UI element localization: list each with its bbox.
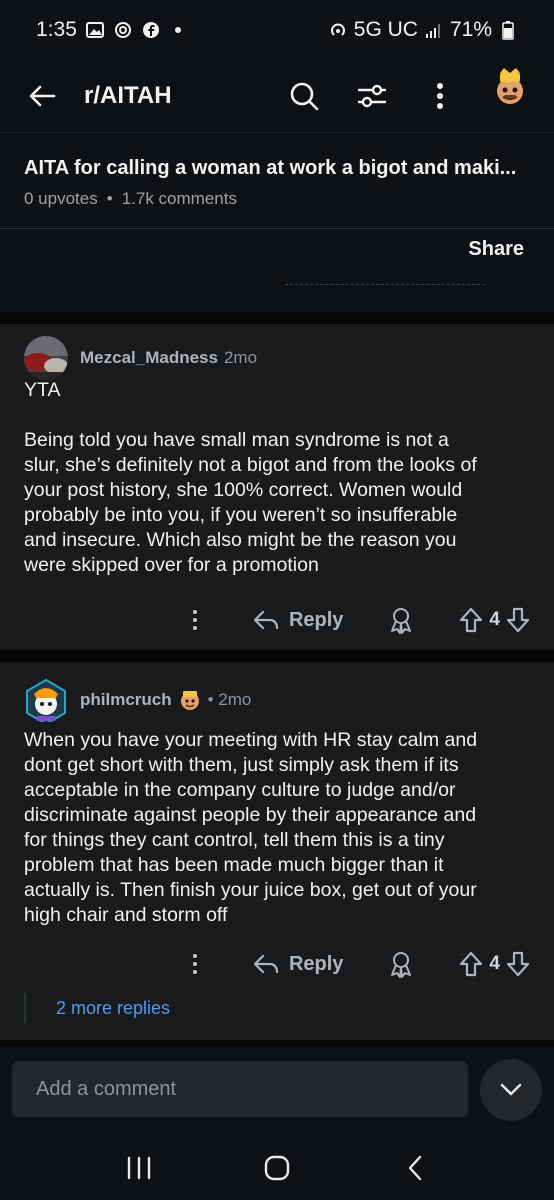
vote-count: 4 <box>489 609 500 630</box>
upvote-icon[interactable] <box>459 951 483 977</box>
comment-card[interactable]: philmcruch • 2mo When you have your meet… <box>0 662 554 1040</box>
comment-actions: Reply 4 <box>0 944 554 984</box>
reply-label: Reply <box>288 608 344 631</box>
status-bar: 1:35 5G UC 71% <box>0 0 554 60</box>
more-vertical-icon <box>437 83 443 109</box>
downvote-icon[interactable] <box>506 607 530 633</box>
recent-apps-icon <box>127 1156 151 1179</box>
comment-composer: Add a comment <box>0 1047 554 1135</box>
notification-dot <box>174 27 181 33</box>
comment-line: problem that has been made much bigger t… <box>24 854 444 876</box>
comment-card[interactable]: Mezcal_Madness 2mo YTA Being told you ha… <box>0 324 554 650</box>
comment-line: actually is. Then finish your juice box,… <box>24 879 477 901</box>
comment-body: YTA Being told you have small man syndro… <box>24 378 530 578</box>
battery-percent: 71% <box>449 18 492 41</box>
reply-icon <box>253 610 279 630</box>
user-avatar[interactable] <box>488 65 532 109</box>
search-icon <box>290 82 319 111</box>
comment-body: When you have your meeting with HR stay … <box>24 728 530 928</box>
network-label: 5G UC <box>353 18 418 41</box>
upvote-icon[interactable] <box>459 607 483 633</box>
comment-line: were skipped over for a promotion <box>24 554 319 576</box>
comment-line: When you have your meeting with HR stay … <box>24 729 478 751</box>
post-actions-bar: Share <box>0 228 554 290</box>
comment-line: your post history, she 100% correct. Wom… <box>24 479 463 501</box>
award-icon <box>391 952 412 978</box>
home-icon <box>264 1155 290 1180</box>
post-title[interactable]: AITA for calling a woman at work a bigot… <box>24 157 530 180</box>
overflow-menu-button[interactable] <box>420 76 460 116</box>
facebook-icon <box>141 20 161 40</box>
meta-separator: • <box>106 189 113 208</box>
comment-line: YTA <box>24 379 61 401</box>
comment-username[interactable]: Mezcal_Madness <box>80 348 218 368</box>
back-arrow-icon <box>29 85 56 107</box>
divider <box>0 312 554 324</box>
home-button[interactable] <box>257 1148 297 1188</box>
comment-line: slur, she’s definitely not a bigot and f… <box>24 454 477 476</box>
upvote-count: 0 upvotes <box>24 189 98 208</box>
user-flair-icon <box>178 688 202 712</box>
chevron-down-icon <box>500 1083 522 1096</box>
comment-line: for things they cant control, tell them … <box>24 829 445 851</box>
avatar[interactable] <box>24 678 68 722</box>
hotspot-icon <box>328 20 348 40</box>
system-nav-bar <box>0 1135 554 1200</box>
top-app-bar: r/AITAH <box>0 60 554 132</box>
comment-line: discriminate against people by their app… <box>24 804 477 826</box>
signal-icon <box>424 20 444 40</box>
back-button[interactable] <box>22 76 62 116</box>
chevron-left-icon <box>408 1155 422 1180</box>
comment-line: Being told you have small man syndrome i… <box>24 429 449 451</box>
vote-control: 4 <box>459 607 530 633</box>
post-body-fade <box>0 284 554 312</box>
post-header[interactable]: AITA for calling a woman at work a bigot… <box>0 132 554 228</box>
downvote-icon[interactable] <box>506 951 530 977</box>
filter-icon <box>357 84 387 108</box>
avatar[interactable] <box>24 336 68 380</box>
more-replies-link[interactable]: 2 more replies <box>24 993 170 1023</box>
post-meta: 0 upvotes • 1.7k comments <box>24 189 530 209</box>
comment-time: 2mo <box>223 348 258 367</box>
share-button[interactable]: Share <box>468 238 524 261</box>
comment-line: high chair and storm off <box>24 904 228 926</box>
gallery-icon <box>85 20 105 40</box>
award-button[interactable] <box>387 950 415 978</box>
filter-button[interactable] <box>352 76 392 116</box>
vote-count: 4 <box>489 953 500 974</box>
comment-time: • 2mo <box>207 690 252 709</box>
divider <box>0 650 554 662</box>
threads-icon <box>113 20 133 40</box>
award-icon <box>391 608 412 634</box>
add-comment-input[interactable]: Add a comment <box>12 1061 468 1117</box>
reply-icon <box>253 954 279 974</box>
divider <box>0 1040 554 1047</box>
reply-label: Reply <box>288 952 344 975</box>
award-button[interactable] <box>387 606 415 634</box>
subreddit-title[interactable]: r/AITAH <box>84 82 172 110</box>
comment-line: dont get short with them, just simply as… <box>24 754 459 776</box>
comment-count: 1.7k comments <box>121 189 237 208</box>
comment-actions: Reply 4 <box>0 600 554 640</box>
comment-line: and insecure. Which also might be the re… <box>24 529 457 551</box>
comment-line: acceptable in the company culture to jud… <box>24 779 456 801</box>
reply-button[interactable]: Reply <box>253 609 343 632</box>
comment-line: probably be into you, if you weren’t so … <box>24 504 458 526</box>
recent-apps-button[interactable] <box>119 1148 159 1188</box>
comment-more-button[interactable] <box>185 605 205 635</box>
search-button[interactable] <box>284 76 324 116</box>
system-back-button[interactable] <box>395 1148 435 1188</box>
battery-icon <box>498 20 518 40</box>
vote-control: 4 <box>459 951 530 977</box>
jump-down-button[interactable] <box>480 1059 542 1121</box>
reply-button[interactable]: Reply <box>253 953 343 976</box>
status-time: 1:35 <box>36 18 77 41</box>
comment-more-button[interactable] <box>185 949 205 979</box>
comment-username[interactable]: philmcruch <box>80 690 172 710</box>
